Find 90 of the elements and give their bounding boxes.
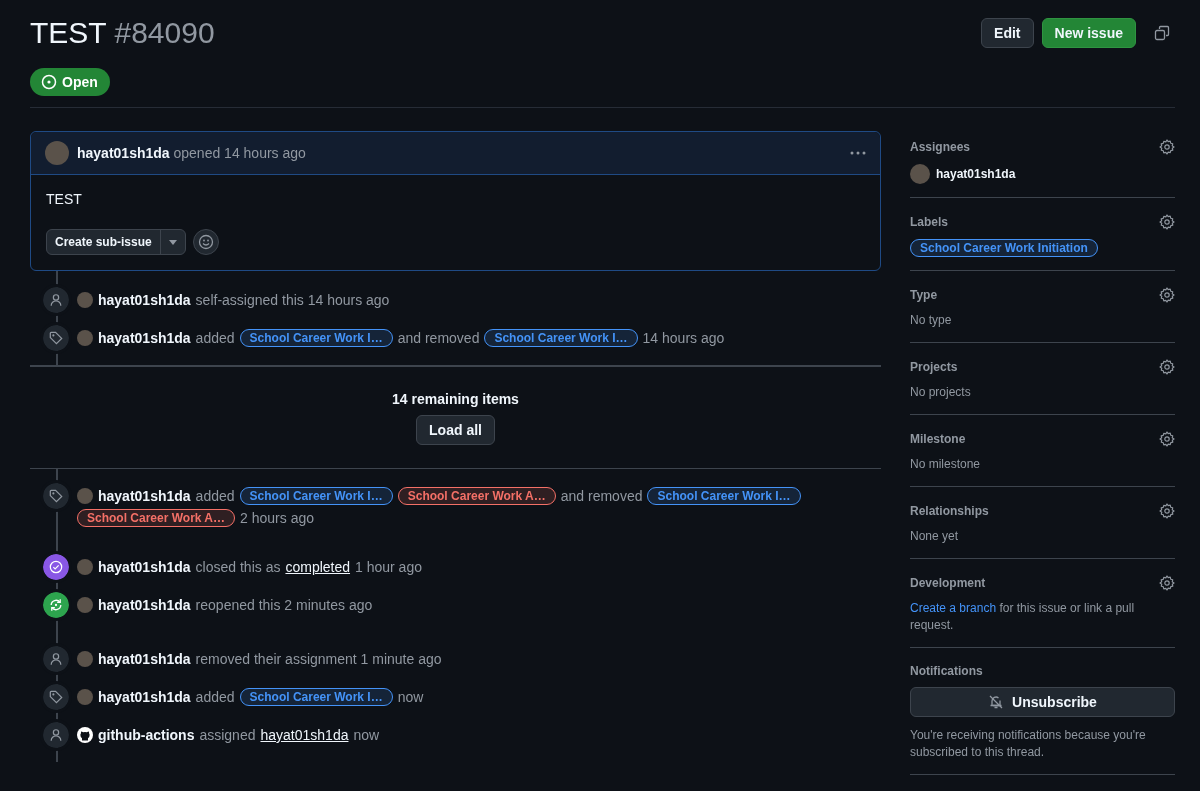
avatar [77, 292, 93, 308]
settings-icon[interactable] [1159, 359, 1175, 375]
comment-meta: hayat01sh1da opened 14 hours ago [77, 145, 307, 161]
settings-icon[interactable] [1159, 431, 1175, 447]
label-tag[interactable]: School Career Work A… [397, 487, 556, 505]
remaining-items-text: 14 remaining items [391, 391, 520, 407]
comment-body: TEST [46, 191, 83, 207]
event-text: and removed [560, 487, 643, 506]
check-circle-icon [49, 560, 63, 574]
event-text: 1 hour ago [355, 558, 422, 577]
edit-button[interactable]: Edit [981, 18, 1034, 48]
event-text: now [397, 688, 424, 707]
create-branch-link[interactable]: Create a branch [910, 601, 997, 615]
tag-icon [49, 489, 63, 503]
assignee-name[interactable]: hayat01sh1da [936, 167, 1016, 181]
person-icon [49, 293, 63, 307]
open-issue-icon [41, 74, 57, 90]
section-heading: Type [910, 288, 938, 302]
section-heading: Relationships [910, 504, 989, 518]
avatar [77, 488, 93, 504]
section-heading: Notifications [910, 664, 983, 678]
copy-icon[interactable] [1154, 25, 1170, 41]
notification-note: You're receiving notifications because you're subscribed to this thread. [910, 727, 1147, 761]
event-text: 14 hours ago [642, 329, 725, 348]
event-text: removed their assignment 1 minute ago [195, 650, 442, 669]
label-tag[interactable]: School Career Work I… [239, 329, 393, 347]
event-link[interactable]: completed [285, 557, 351, 577]
label-tag[interactable]: School Career Work I… [484, 329, 638, 347]
open-state-badge: Open [30, 68, 110, 96]
event-text: closed this as [195, 558, 281, 577]
avatar [45, 141, 69, 165]
label-tag[interactable]: School Career Work Initiation [910, 239, 1098, 257]
actor-name[interactable]: hayat01sh1da [98, 595, 191, 615]
event-text: and removed [397, 329, 480, 348]
settings-icon[interactable] [1159, 503, 1175, 519]
event-link[interactable]: hayat01sh1da [260, 725, 349, 745]
avatar [77, 651, 93, 667]
add-reaction-button[interactable] [192, 229, 219, 255]
settings-icon[interactable] [1159, 139, 1175, 155]
section-value: No milestone [910, 456, 982, 473]
sync-icon [49, 598, 63, 612]
caret-icon [168, 239, 177, 245]
settings-icon[interactable] [1159, 214, 1175, 230]
event-text: reopened this 2 minutes ago [195, 596, 373, 615]
actor-name[interactable]: hayat01sh1da [98, 290, 191, 310]
section-heading: Labels [910, 215, 948, 229]
actor-name[interactable]: hayat01sh1da [98, 328, 191, 348]
octocat-icon [77, 727, 93, 743]
tag-icon [49, 331, 63, 345]
avatar [910, 164, 930, 184]
event-text: added [195, 688, 235, 707]
person-icon [49, 652, 63, 666]
settings-icon[interactable] [1159, 287, 1175, 303]
section-heading: Assignees [910, 140, 971, 154]
actor-name[interactable]: hayat01sh1da [98, 649, 191, 669]
section-value: None yet [910, 528, 960, 545]
event-text: assigned [199, 726, 256, 745]
section-value: No projects [910, 384, 972, 401]
avatar [77, 330, 93, 346]
actor-name[interactable]: github-actions [98, 725, 195, 745]
section-heading: Projects [910, 360, 958, 374]
section-heading: Development [910, 576, 986, 590]
label-tag[interactable]: School Career Work I… [647, 487, 801, 505]
bell-slash-icon [988, 694, 1005, 710]
section-value: No type [910, 312, 953, 329]
label-tag[interactable]: School Career Work A… [77, 509, 236, 527]
actor-name[interactable]: hayat01sh1da [98, 557, 191, 577]
settings-icon[interactable] [1159, 575, 1175, 591]
avatar [77, 597, 93, 613]
tag-icon [49, 690, 63, 704]
label-tag[interactable]: School Career Work I… [239, 487, 393, 505]
new-issue-button[interactable]: New issue [1041, 18, 1136, 48]
person-icon [49, 728, 63, 742]
avatar [77, 689, 93, 705]
section-heading: Milestone [910, 432, 966, 446]
avatar [77, 559, 93, 575]
actor-name[interactable]: hayat01sh1da [98, 687, 191, 707]
event-text: added [195, 329, 235, 348]
smiley-icon [197, 234, 214, 250]
more-options-icon[interactable] [850, 151, 866, 155]
unsubscribe-button[interactable]: Unsubscribe [910, 687, 1175, 717]
load-all-button[interactable]: Load all [416, 415, 495, 445]
event-text: 2 hours ago [240, 509, 314, 528]
actor-name[interactable]: hayat01sh1da [98, 486, 191, 506]
label-tag[interactable]: School Career Work I… [239, 688, 393, 706]
event-text: added [195, 487, 235, 506]
event-text: now [353, 726, 380, 745]
development-text: Create a branch for this issue or link a pull request. [910, 600, 1136, 634]
event-text: self-assigned this 14 hours ago [195, 291, 390, 310]
issue-title: TEST #84090 [30, 16, 215, 50]
